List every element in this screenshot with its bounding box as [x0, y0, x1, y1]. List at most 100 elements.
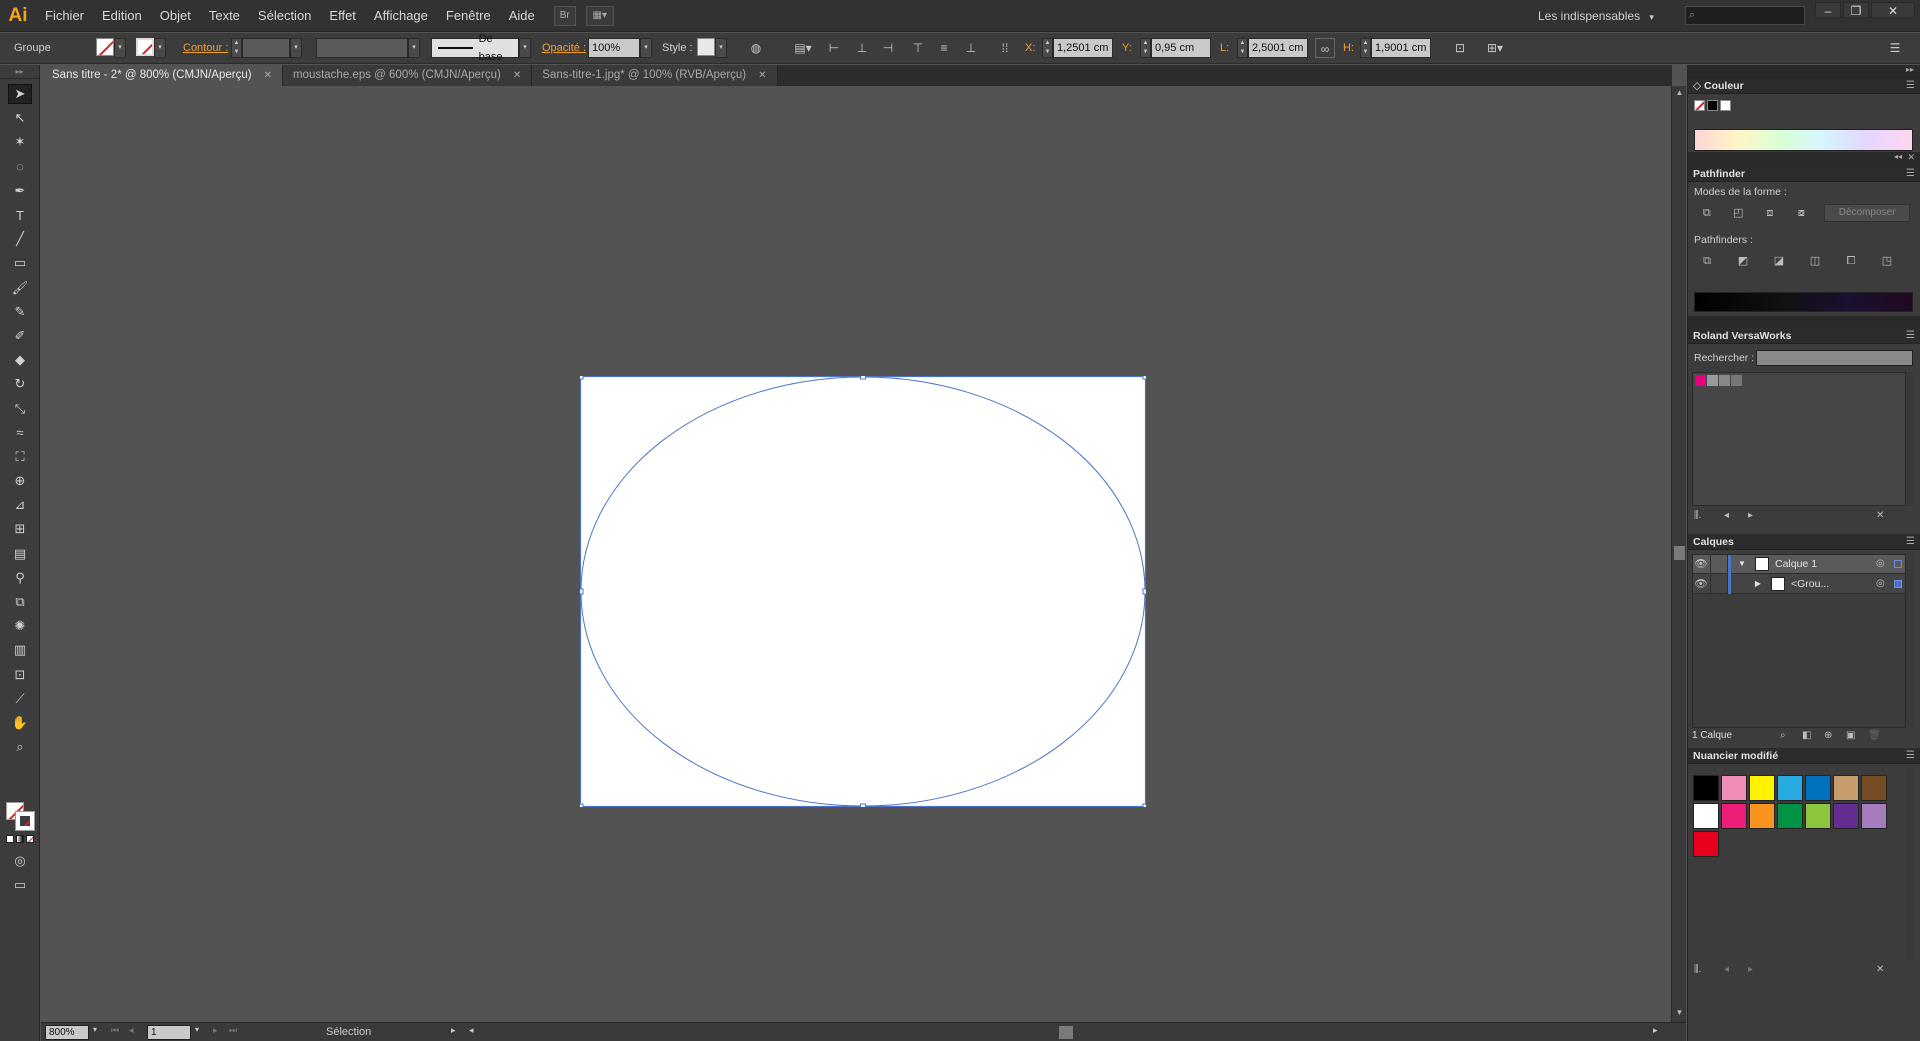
gradient-mode-icon[interactable]	[16, 835, 24, 843]
minimize-button[interactable]: –	[1815, 2, 1841, 18]
screen-mode-icon[interactable]: ▭	[0, 873, 40, 897]
handle-middle-right[interactable]	[1142, 588, 1146, 595]
swatch[interactable]	[1805, 775, 1831, 801]
close-tab-icon[interactable]: ✕	[513, 65, 521, 86]
layers-scrollbar[interactable]	[1906, 554, 1914, 728]
new-layer-icon[interactable]: ▣	[1846, 730, 1855, 741]
next-artboard-icon[interactable]: ▸	[213, 1025, 218, 1036]
minus-front-icon[interactable]: ◰	[1730, 204, 1748, 222]
document-tab[interactable]: Sans titre - 2* @ 800% (CMJN/Aperçu) ✕	[42, 65, 283, 86]
swatch[interactable]	[1833, 803, 1859, 829]
color-spectrum-bar[interactable]	[1694, 129, 1913, 151]
target-icon[interactable]: ◎	[1876, 558, 1890, 569]
first-artboard-icon[interactable]: ⏮	[111, 1025, 119, 1036]
stroke-weight-spinner[interactable]: ▲ ▼	[231, 38, 242, 58]
height-field[interactable]: 1,9001 cm	[1371, 38, 1431, 58]
transform-icon[interactable]: ⊡	[1450, 38, 1470, 58]
eye-icon[interactable]: 👁	[1692, 577, 1710, 590]
height-control[interactable]: ▲ ▼ 1,9001 cm	[1360, 38, 1431, 58]
align-center-icon[interactable]: ⊥	[852, 38, 872, 58]
next-library-icon[interactable]: ▸	[1748, 964, 1753, 975]
align-top-icon[interactable]: ⊤	[908, 38, 928, 58]
height-spinner[interactable]: ▲ ▼	[1360, 38, 1371, 58]
recolor-artwork-icon[interactable]: ◍	[746, 38, 766, 58]
fill-control[interactable]: ▾	[96, 38, 126, 58]
last-artboard-icon[interactable]: ⏭	[229, 1025, 237, 1036]
zoom-tool[interactable]: ⌕	[0, 735, 40, 759]
symbol-sprayer-tool[interactable]: ✺	[0, 614, 40, 638]
prev-icon[interactable]: ◂	[1724, 510, 1729, 521]
roland-swatch[interactable]	[1719, 375, 1730, 386]
menu-item-0[interactable]: Fichier	[36, 0, 93, 32]
handle-top-left[interactable]	[580, 376, 584, 380]
direct-selection-tool[interactable]: ↖	[0, 106, 40, 130]
selection-indicator[interactable]	[1894, 559, 1902, 568]
slice-tool[interactable]: ⟋	[0, 687, 40, 711]
status-tool-label[interactable]: Sélection	[326, 1025, 371, 1040]
color-none-swatch[interactable]	[1694, 100, 1705, 111]
decompose-button[interactable]: Décomposer	[1824, 204, 1911, 222]
roland-scrollbar[interactable]	[1906, 372, 1914, 506]
crop-icon[interactable]: ◫	[1806, 252, 1824, 270]
scroll-down-icon[interactable]: ▼	[1672, 1008, 1687, 1020]
roland-panel-title[interactable]: Roland VersaWorks ☰	[1688, 328, 1920, 344]
menu-item-1[interactable]: Edition	[93, 0, 151, 32]
swatch[interactable]	[1749, 803, 1775, 829]
delete-layer-icon[interactable]: 🗑	[1868, 730, 1881, 741]
x-field[interactable]: 1,2501 cm	[1053, 38, 1113, 58]
swatch[interactable]	[1749, 775, 1775, 801]
couleur-panel-title[interactable]: ◇ Couleur ☰	[1688, 78, 1920, 94]
swatch-library-icon[interactable]: ⫼.	[1694, 964, 1701, 975]
swatch[interactable]	[1805, 803, 1831, 829]
handle-top-center[interactable]	[860, 376, 866, 380]
restore-button[interactable]: ❐	[1843, 2, 1869, 18]
artboard[interactable]	[580, 376, 1146, 807]
artboard-number-field[interactable]: 1	[147, 1025, 191, 1040]
roland-menu-icon[interactable]: ☰	[1906, 328, 1915, 344]
merge-icon[interactable]: ◪	[1770, 252, 1788, 270]
handle-bottom-center[interactable]	[860, 803, 866, 807]
canvas-area[interactable]	[41, 86, 1671, 1022]
stroke-weight-field[interactable]	[242, 38, 290, 58]
previous-artboard-icon[interactable]: ◂	[129, 1025, 134, 1036]
collapse-dock-icon[interactable]: ▸▸	[1906, 65, 1914, 74]
menu-item-3[interactable]: Texte	[200, 0, 249, 32]
graphic-style-control[interactable]: ▾	[697, 38, 727, 58]
shape-builder-tool[interactable]: ⊕	[0, 469, 40, 493]
close-tab-icon[interactable]: ✕	[264, 65, 272, 86]
stroke-swatch[interactable]	[136, 38, 154, 56]
new-sublayer-icon[interactable]: ⊕	[1824, 730, 1832, 741]
scroll-left-icon[interactable]: ◂	[469, 1025, 474, 1036]
exclude-icon[interactable]: ⧇	[1793, 204, 1811, 222]
menu-item-4[interactable]: Sélection	[249, 0, 320, 32]
prev-library-icon[interactable]: ◂	[1724, 964, 1729, 975]
paintbrush-tool[interactable]: 🖌	[0, 276, 40, 300]
next-icon[interactable]: ▸	[1748, 510, 1753, 521]
collapse-group-icon[interactable]: ◂◂	[1894, 152, 1902, 161]
panel-menu-icon[interactable]: ☰	[1885, 38, 1905, 58]
swatch-tools-icon[interactable]: ✕	[1876, 964, 1884, 975]
roland-search-input[interactable]	[1756, 350, 1913, 366]
opacity-dropdown[interactable]: ▾	[640, 38, 652, 58]
opacity-control[interactable]: 100% ▾	[588, 38, 652, 58]
nuancier-panel-title[interactable]: Nuancier modifié ☰	[1688, 748, 1920, 764]
layer-row[interactable]: 👁 ▶ <Grou... ◎	[1692, 573, 1906, 594]
stroke-indicator[interactable]	[15, 811, 35, 831]
scroll-right-icon[interactable]: ▸	[1653, 1025, 1658, 1036]
stroke-control[interactable]: ▾	[136, 38, 166, 58]
menu-item-8[interactable]: Aide	[500, 0, 544, 32]
target-icon[interactable]: ◎	[1876, 578, 1890, 589]
close-button[interactable]: ✕	[1871, 2, 1915, 18]
trim-icon[interactable]: ◩	[1734, 252, 1752, 270]
rectangle-tool[interactable]: ▭	[0, 251, 40, 275]
dark-spectrum-bar[interactable]	[1694, 292, 1913, 312]
lock-toggle[interactable]	[1710, 553, 1728, 574]
color-mode-icon[interactable]	[6, 835, 14, 843]
chevron-right-icon[interactable]: ▶	[1751, 579, 1765, 588]
rotate-tool[interactable]: ↻	[0, 372, 40, 396]
layer-name[interactable]: <Grou...	[1791, 578, 1876, 590]
outline-icon[interactable]: ⧠	[1842, 252, 1860, 270]
scroll-up-icon[interactable]: ▲	[1672, 88, 1687, 100]
unite-icon[interactable]: ⧉	[1698, 204, 1716, 222]
hand-tool[interactable]: ✋	[0, 711, 40, 735]
